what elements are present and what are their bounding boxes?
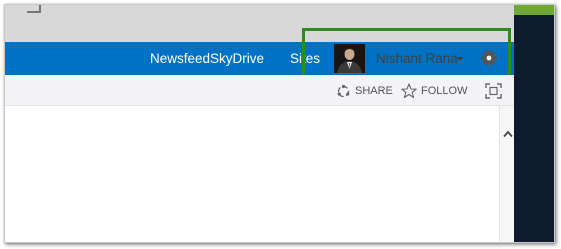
browser-window: Newsfeed SkyDrive Sites Nishant Rana SHA…: [4, 4, 555, 243]
window-edge-mark-vertical: [39, 5, 41, 13]
follow-button[interactable]: FOLLOW: [421, 83, 467, 99]
chevron-up-icon[interactable]: [503, 125, 513, 138]
star-icon[interactable]: [401, 83, 417, 99]
share-button[interactable]: SHARE: [355, 83, 393, 99]
right-dark-panel: [514, 15, 554, 242]
nav-link-skydrive[interactable]: SkyDrive: [210, 42, 264, 75]
nav-link-newsfeed[interactable]: Newsfeed: [150, 42, 210, 75]
main-content: [5, 106, 499, 242]
focus-on-content-icon[interactable]: [485, 83, 502, 99]
accent-bar: [514, 5, 554, 15]
share-icon[interactable]: [336, 84, 351, 99]
